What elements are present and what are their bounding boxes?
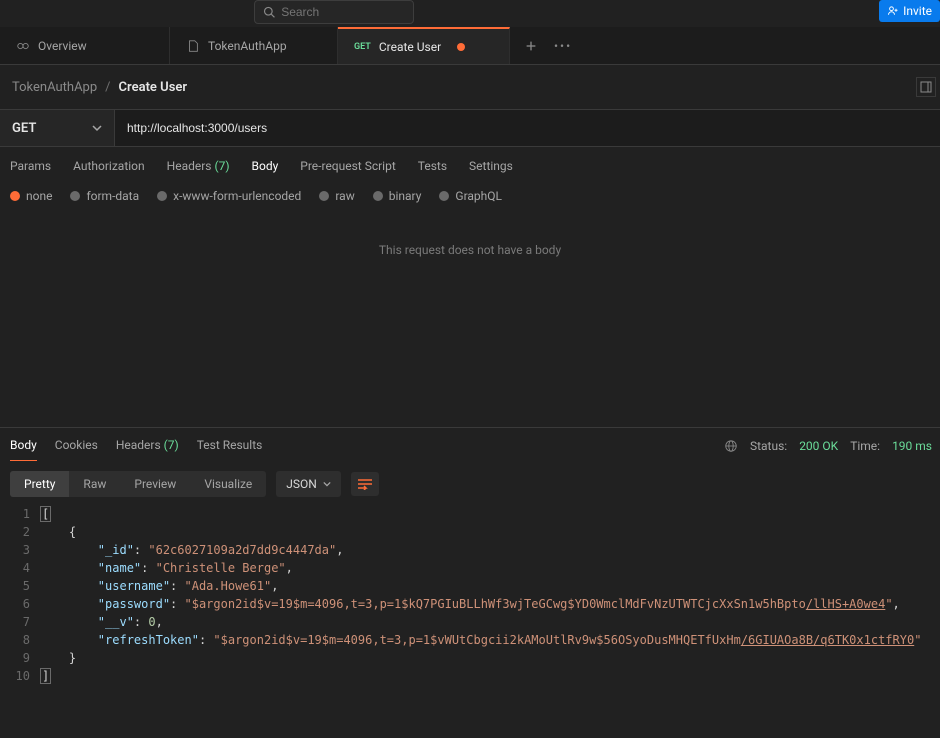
url-input[interactable] [115, 110, 940, 146]
tab-collection[interactable]: TokenAuthApp [170, 27, 338, 64]
tab-label: Overview [38, 39, 87, 53]
body-empty-message: This request does not have a body [0, 215, 940, 427]
radio-label: raw [335, 189, 354, 203]
new-tab-icon[interactable] [524, 39, 538, 53]
tab-label: TokenAuthApp [208, 39, 287, 53]
breadcrumb-parent[interactable]: TokenAuthApp [12, 80, 97, 95]
globe-icon[interactable] [724, 439, 738, 453]
radio-dot-icon [70, 191, 80, 201]
body-type-x-www-form-urlencoded[interactable]: x-www-form-urlencoded [157, 189, 301, 203]
time-label: Time: [850, 439, 880, 453]
search-icon [263, 5, 275, 19]
time-value: 190 ms [892, 439, 932, 453]
radio-dot-icon [10, 191, 20, 201]
radio-label: binary [389, 189, 422, 203]
overview-icon [16, 39, 30, 53]
body-type-row: none form-data x-www-form-urlencoded raw bin… [0, 183, 940, 215]
radio-label: x-www-form-urlencoded [173, 189, 301, 203]
tab-count: (7) [212, 159, 230, 173]
status-value: 200 OK [799, 439, 838, 453]
tab-bar: Overview TokenAuthApp GET Create User ••… [0, 27, 940, 65]
search-input[interactable] [281, 5, 405, 19]
request-tabs: Params Authorization Headers (7) Body Pre-re… [0, 147, 940, 183]
body-type-binary[interactable]: binary [373, 189, 422, 203]
radio-label: GraphQL [455, 189, 502, 203]
body-type-form-data[interactable]: form-data [70, 189, 139, 203]
view-mode-visualize[interactable]: Visualize [190, 471, 266, 497]
breadcrumb-current: Create User [119, 80, 188, 95]
wrap-icon [357, 478, 373, 490]
response-json[interactable]: [ { "_id": "62c6027109a2d7dd9c4447da", "… [40, 505, 940, 685]
wrap-lines-button[interactable] [351, 472, 379, 496]
file-icon [186, 39, 200, 53]
request-tab-headers[interactable]: Headers (7) [167, 159, 230, 173]
invite-people-icon [887, 5, 899, 17]
radio-label: none [26, 189, 52, 203]
invite-label: Invite [903, 4, 932, 18]
view-mode-pretty[interactable]: Pretty [10, 471, 69, 497]
body-type-none[interactable]: none [10, 189, 52, 203]
breadcrumb-sep: / [105, 80, 110, 95]
layout-icon[interactable] [916, 77, 936, 97]
tab-label: Create User [379, 40, 441, 54]
search-input-wrap[interactable] [254, 0, 414, 24]
response-view-row: PrettyRawPreviewVisualize JSON [0, 463, 940, 505]
tab-count: (7) [161, 438, 179, 452]
unsaved-dot-icon [457, 43, 465, 51]
format-select[interactable]: JSON [276, 471, 341, 497]
tab-request-create-user[interactable]: GET Create User [338, 27, 510, 64]
chevron-down-icon [92, 123, 102, 133]
request-tab-settings[interactable]: Settings [469, 159, 513, 173]
radio-dot-icon [439, 191, 449, 201]
method-value: GET [12, 121, 36, 136]
body-type-graphql[interactable]: GraphQL [439, 189, 502, 203]
response-code-area: 12345678910 [ { "_id": "62c6027109a2d7dd… [0, 505, 940, 705]
tab-overview[interactable]: Overview [0, 27, 170, 64]
view-mode-preview[interactable]: Preview [120, 471, 190, 497]
response-tab-bar: Body Cookies Headers (7) Test Results Statu… [0, 427, 940, 463]
response-tab-headers[interactable]: Headers (7) [116, 438, 179, 453]
request-tab-tests[interactable]: Tests [418, 159, 447, 173]
view-mode-raw[interactable]: Raw [69, 471, 120, 497]
line-gutter: 12345678910 [0, 505, 40, 685]
body-type-raw[interactable]: raw [319, 189, 354, 203]
response-tab-cookies[interactable]: Cookies [55, 438, 98, 453]
status-label: Status: [750, 439, 787, 453]
breadcrumb: TokenAuthApp / Create User [0, 65, 940, 109]
response-tab-body[interactable]: Body [10, 438, 37, 461]
tab-method: GET [354, 42, 371, 52]
view-mode-group: PrettyRawPreviewVisualize [10, 471, 266, 497]
request-tab-params[interactable]: Params [10, 159, 51, 173]
tab-more-icon[interactable]: ••• [554, 39, 572, 53]
radio-dot-icon [157, 191, 167, 201]
radio-dot-icon [319, 191, 329, 201]
request-tab-body[interactable]: Body [252, 159, 279, 173]
method-select[interactable]: GET [0, 110, 115, 146]
request-tab-pre-request-script[interactable]: Pre-request Script [300, 159, 395, 173]
format-value: JSON [286, 477, 317, 491]
chevron-down-icon [323, 480, 331, 488]
radio-label: form-data [86, 189, 139, 203]
url-bar: GET [0, 109, 940, 147]
invite-button[interactable]: Invite [879, 0, 940, 22]
radio-dot-icon [373, 191, 383, 201]
response-tab-test-results[interactable]: Test Results [197, 438, 263, 453]
request-tab-authorization[interactable]: Authorization [73, 159, 145, 173]
